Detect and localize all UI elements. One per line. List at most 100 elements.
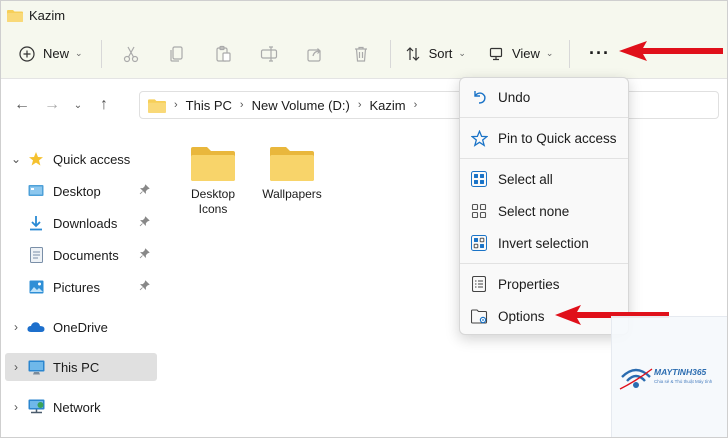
folder-icon: [7, 9, 23, 22]
sidebar-item-label: OneDrive: [53, 319, 108, 335]
forward-button[interactable]: →: [37, 96, 67, 114]
pin-icon: [139, 216, 153, 230]
copy-button[interactable]: [154, 37, 200, 71]
up-button[interactable]: ↑: [89, 96, 119, 114]
paste-button[interactable]: [200, 37, 246, 71]
sidebar-item-label: Desktop: [53, 183, 101, 199]
menu-item-label: Options: [498, 308, 545, 324]
scissors-icon: [122, 45, 140, 63]
copy-icon: [168, 45, 186, 63]
more-dots-icon: ···: [588, 43, 610, 63]
sidebar-item-quick-access[interactable]: ⌄ Quick access: [5, 145, 157, 173]
view-button[interactable]: View ⌄: [480, 37, 562, 71]
chevron-right-icon: ›: [174, 99, 178, 111]
sidebar-item-desktop[interactable]: Desktop: [27, 177, 157, 205]
download-icon: [27, 214, 45, 232]
menu-item-pin-to-quick-access[interactable]: Pin to Quick access: [466, 124, 624, 152]
undo-icon: [466, 88, 492, 106]
title-bar: Kazim: [1, 1, 727, 29]
plus-circle-icon: [19, 45, 35, 62]
picture-icon: [27, 278, 45, 296]
view-button-label: View: [511, 46, 540, 61]
sidebar-item-documents[interactable]: Documents: [27, 241, 157, 269]
star-outline-icon: [466, 129, 492, 147]
folder-options-icon: [466, 307, 492, 325]
clipboard-icon: [214, 45, 232, 63]
share-button[interactable]: [292, 37, 338, 71]
pin-icon: [139, 184, 153, 198]
toolbar-divider: [100, 39, 102, 68]
new-button-label: New: [43, 46, 70, 61]
network-icon: [27, 398, 45, 416]
sort-button[interactable]: Sort ⌄: [397, 37, 474, 71]
chevron-down-icon[interactable]: ⌄: [5, 152, 27, 166]
rename-button[interactable]: [246, 37, 292, 71]
sidebar-item-label: Quick access: [53, 151, 131, 167]
select-none-icon: [466, 202, 492, 220]
chevron-right-icon[interactable]: ›: [5, 320, 27, 334]
toolbar-divider: [569, 39, 571, 68]
menu-item-label: Properties: [498, 276, 560, 292]
chevron-right-icon: ›: [357, 99, 362, 111]
menu-item-undo[interactable]: Undo: [466, 83, 624, 111]
invert-selection-icon: [466, 234, 492, 252]
sidebar-item-network[interactable]: › Network: [5, 393, 157, 421]
sidebar-item-pictures[interactable]: Pictures: [27, 273, 157, 301]
sidebar-item-label: Network: [53, 399, 101, 415]
pin-icon: [139, 280, 153, 294]
menu-item-select-none[interactable]: Select none: [466, 197, 624, 225]
menu-item-label: Select none: [498, 203, 570, 219]
menu-item-properties[interactable]: Properties: [466, 270, 624, 298]
chevron-down-icon: ⌄: [75, 48, 83, 58]
folder-item[interactable]: Wallpapers: [252, 145, 332, 202]
menu-item-label: Select all: [498, 171, 553, 187]
share-icon: [306, 45, 324, 63]
star-icon: [27, 150, 45, 168]
folder-item[interactable]: Desktop Icons: [173, 145, 253, 217]
wifi-logo-icon: [619, 368, 653, 390]
back-button[interactable]: ←: [7, 96, 37, 114]
menu-item-label: Undo: [498, 89, 531, 105]
breadcrumb-new-volume[interactable]: New Volume (D:): [252, 98, 350, 113]
file-list: Desktop Icons Wallpapers: [171, 141, 461, 431]
toolbar-divider: [389, 39, 391, 68]
sidebar-item-onedrive[interactable]: › OneDrive: [5, 313, 157, 341]
navigation-pane: ⌄ Quick access Desktop Downloads Documen…: [1, 141, 161, 431]
folder-name: Desktop Icons: [190, 187, 236, 216]
menu-item-select-all[interactable]: Select all: [466, 165, 624, 193]
window-title: Kazim: [29, 7, 66, 23]
recent-locations-button[interactable]: ⌄: [67, 100, 89, 111]
sidebar-item-downloads[interactable]: Downloads: [27, 209, 157, 237]
arrow-left-icon: ←: [14, 96, 30, 113]
folder-name: Wallpapers: [262, 187, 322, 201]
sidebar-item-label: Pictures: [53, 279, 100, 295]
chevron-right-icon: ›: [413, 99, 418, 111]
select-all-icon: [466, 170, 492, 188]
chevron-right-icon[interactable]: ›: [5, 400, 27, 414]
sidebar-item-label: Downloads: [53, 215, 118, 231]
chevron-down-icon: ⌄: [458, 48, 466, 58]
arrow-up-icon: ↑: [100, 96, 108, 113]
new-button[interactable]: New ⌄: [15, 37, 91, 71]
watermark-tagline: Chia sẻ & Thủ thuật Máy tính: [654, 379, 713, 384]
address-bar[interactable]: › This PC › New Volume (D:) › Kazim ›: [139, 91, 719, 119]
menu-divider: [460, 263, 628, 264]
sidebar-item-this-pc[interactable]: › This PC: [5, 353, 157, 381]
sidebar-item-label: Documents: [53, 247, 119, 263]
breadcrumb-this-pc[interactable]: This PC: [186, 98, 232, 113]
watermark-brand: MAYTINH365: [654, 367, 707, 377]
breadcrumb-kazim[interactable]: Kazim: [370, 98, 406, 113]
trash-icon: [352, 45, 370, 63]
see-more-button[interactable]: ···: [582, 37, 616, 71]
file-explorer-window: Kazim New ⌄ Sort ⌄ View ⌄ ··· ← → ⌄ ↑ › …: [0, 0, 728, 438]
delete-button[interactable]: [338, 37, 384, 71]
arrow-annotation-icon: [619, 41, 723, 61]
menu-item-label: Invert selection: [498, 235, 589, 251]
properties-icon: [466, 275, 492, 293]
chevron-right-icon[interactable]: ›: [5, 360, 27, 374]
menu-divider: [460, 117, 628, 118]
folder-icon: [148, 98, 166, 113]
menu-item-invert-selection[interactable]: Invert selection: [466, 229, 624, 257]
cut-button[interactable]: [108, 37, 154, 71]
folder-icon: [191, 145, 235, 181]
